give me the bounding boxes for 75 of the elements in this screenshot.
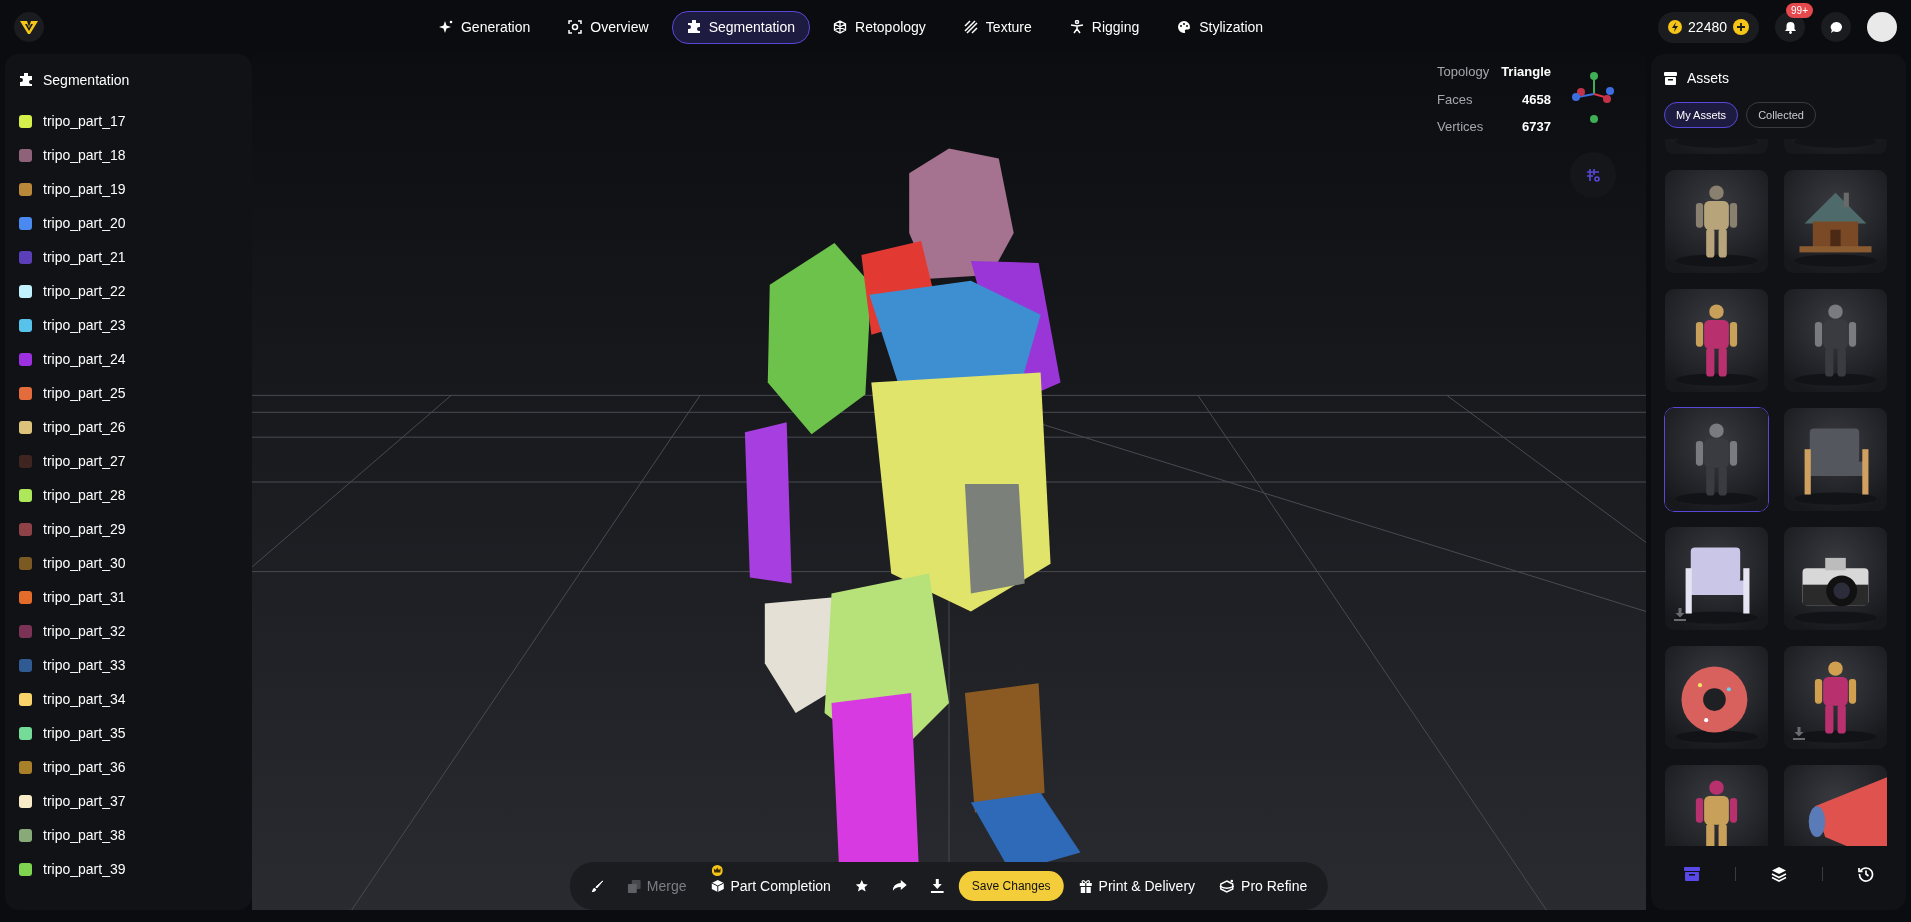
credit-count: 22480 <box>1688 17 1727 37</box>
part-name[interactable]: tripo_part_22 <box>43 280 126 302</box>
nav-tab[interactable]: Stylization <box>1162 10 1279 44</box>
part-name[interactable]: tripo_part_27 <box>43 450 126 472</box>
panel-title: Assets <box>1687 69 1729 89</box>
stat-label: Vertices <box>1437 118 1485 136</box>
nav-tab[interactable]: Rigging <box>1054 10 1155 44</box>
part-name[interactable]: tripo_part_39 <box>43 858 126 880</box>
palette-icon <box>1177 20 1192 34</box>
filter-tab[interactable]: My Assets <box>1664 101 1739 129</box>
puzzle-icon <box>19 73 33 87</box>
download-icon <box>930 879 944 893</box>
brush-icon <box>590 879 604 893</box>
toolbar-button[interactable]: Part Completion <box>701 869 840 903</box>
nav-tab[interactable]: Retopology <box>818 10 941 44</box>
layers-icon <box>627 879 641 893</box>
save-changes-button[interactable]: Save Changes <box>958 871 1064 901</box>
toolbar-button[interactable]: Print & Delivery <box>1069 869 1205 903</box>
part-name[interactable]: tripo_part_38 <box>43 824 126 846</box>
plus-icon[interactable] <box>1733 19 1749 35</box>
nav-tab[interactable]: Segmentation <box>671 10 811 44</box>
part-name[interactable]: tripo_part_29 <box>43 518 126 540</box>
part-name[interactable]: tripo_part_17 <box>43 110 126 132</box>
stripes-icon <box>963 20 978 34</box>
toolbar-button[interactable]: Pro Refine <box>1210 869 1317 903</box>
puzzle-icon <box>686 20 701 34</box>
notification-badge: 99+ <box>1786 3 1813 18</box>
part-name[interactable]: tripo_part_19 <box>43 178 126 200</box>
part-name[interactable]: tripo_part_26 <box>43 416 126 438</box>
panel-title: Segmentation <box>43 70 130 90</box>
nav-tab[interactable]: Overview <box>553 10 664 44</box>
stat-value: 4658 <box>1521 90 1551 109</box>
part-name[interactable]: tripo_part_24 <box>43 348 126 370</box>
share-icon <box>892 879 907 893</box>
bell-icon <box>1783 20 1797 34</box>
sparkle-icon <box>439 20 453 34</box>
part-name[interactable]: tripo_part_30 <box>43 552 126 574</box>
logo-icon[interactable] <box>14 12 44 42</box>
download-icon[interactable] <box>1793 727 1805 741</box>
part-name[interactable]: tripo_part_36 <box>43 756 126 778</box>
part-name[interactable]: tripo_part_18 <box>43 144 126 166</box>
part-name[interactable]: tripo_part_31 <box>43 586 126 608</box>
nav-tab[interactable]: Texture <box>948 10 1047 44</box>
nav-tab[interactable]: Generation <box>424 10 546 44</box>
download-icon[interactable] <box>1674 608 1686 622</box>
part-name[interactable]: tripo_part_28 <box>43 484 126 506</box>
chat-icon <box>1829 20 1843 34</box>
archive-icon <box>1664 72 1677 86</box>
stat-value: 6737 <box>1521 118 1551 136</box>
axis-gizmo-icon[interactable] <box>1572 70 1616 126</box>
star-icon <box>854 879 869 893</box>
part-name[interactable]: tripo_part_35 <box>43 722 126 744</box>
grid-settings-icon <box>1586 168 1600 182</box>
box-icon <box>710 879 725 893</box>
lightning-icon <box>1668 20 1683 34</box>
stat-value: Triangle <box>1501 63 1551 81</box>
scan-icon <box>568 20 583 34</box>
credits-button[interactable]: 22480 <box>1658 11 1759 43</box>
stat-label: Topology <box>1437 63 1490 81</box>
part-name[interactable]: tripo_part_34 <box>43 688 126 710</box>
chat-button[interactable] <box>1821 12 1851 42</box>
part-name[interactable]: tripo_part_25 <box>43 382 126 404</box>
sparkle-cube-icon <box>1219 879 1236 893</box>
part-name[interactable]: tripo_part_23 <box>43 314 126 336</box>
person-icon <box>1069 20 1084 34</box>
part-name[interactable]: tripo_part_21 <box>43 246 126 268</box>
cube-icon <box>833 20 848 34</box>
notifications-button[interactable] <box>1775 12 1805 42</box>
part-name[interactable]: tripo_part_33 <box>43 654 126 676</box>
part-name[interactable]: tripo_part_32 <box>43 620 126 642</box>
part-name[interactable]: tripo_part_20 <box>43 212 126 234</box>
avatar[interactable] <box>1867 12 1897 42</box>
gift-icon <box>1078 879 1093 893</box>
stat-label: Faces <box>1437 90 1474 109</box>
part-name[interactable]: tripo_part_37 <box>43 790 126 812</box>
